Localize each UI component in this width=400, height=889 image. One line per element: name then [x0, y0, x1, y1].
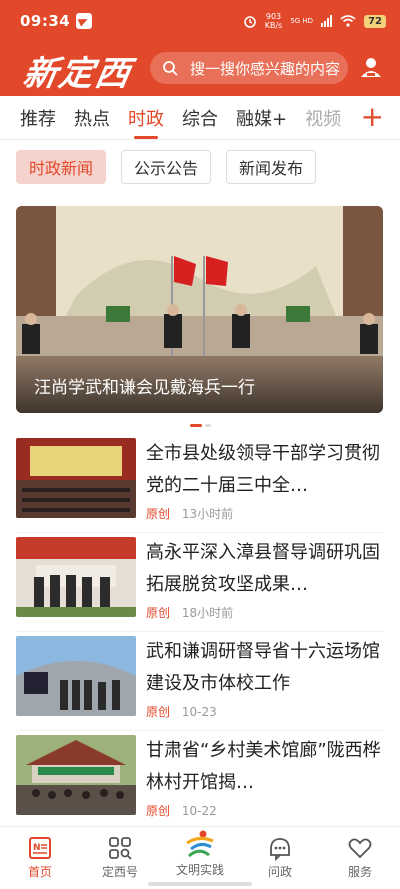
original-tag: 原创 — [146, 804, 171, 818]
news-thumbnail — [16, 438, 136, 518]
divider — [16, 532, 384, 533]
news-item[interactable]: 高永平深入漳县督导调研巩固拓展脱贫攻坚成果… 原创 18小时前 — [16, 537, 384, 632]
status-bar: 09:34 903 KB/s 5G HD 72 — [0, 0, 400, 42]
nav-home-label: 首页 — [27, 865, 52, 879]
search-placeholder: 搜一搜你感兴趣的内容 — [190, 59, 341, 78]
news-title: 武和谦调研督导省十六运场馆建设及市体校工作 — [146, 641, 380, 694]
news-meta: 原创 10-23 — [146, 703, 217, 720]
carousel-dot-active — [190, 424, 202, 427]
nav-wenzheng-label: 问政 — [267, 865, 292, 879]
net-speed: 903 KB/s — [264, 12, 283, 30]
news-item[interactable]: 全市县处级领导干部学习贯彻党的二十届三中全… 原创 13小时前 — [16, 438, 384, 533]
signal-icon — [321, 15, 333, 27]
battery-indicator: 72 — [364, 14, 386, 28]
status-time: 09:34 — [20, 12, 71, 30]
original-tag: 原创 — [146, 606, 171, 620]
news-thumbnail — [16, 636, 136, 716]
news-thumbnail — [16, 735, 136, 815]
tab-video[interactable]: 视频 — [305, 105, 341, 131]
civilization-logo-icon — [186, 830, 214, 858]
nav-wenzheng[interactable]: 问政 — [240, 827, 320, 889]
bottom-nav: N 首页 定西号 文明实践 问政 服务 — [0, 826, 400, 889]
search-icon — [163, 61, 178, 76]
carousel-dots — [190, 424, 211, 427]
news-icon: N — [29, 837, 51, 859]
nav-dingxi-hao-label: 定西号 — [101, 865, 138, 879]
news-title: 高永平深入漳县督导调研巩固拓展脱贫攻坚成果… — [146, 542, 380, 595]
news-meta: 原创 10-22 — [146, 802, 217, 819]
tab-hot[interactable]: 热点 — [74, 105, 110, 131]
subtab-politics-news[interactable]: 时政新闻 — [16, 150, 107, 184]
news-time: 10-22 — [181, 804, 217, 818]
app-header: 09:34 903 KB/s 5G HD 72 新定西 搜一搜你感兴趣的内容 — [0, 0, 400, 96]
nav-dingxi-hao[interactable]: 定西号 — [80, 827, 160, 889]
subtab-press-release[interactable]: 新闻发布 — [226, 150, 317, 184]
news-meta: 原创 18小时前 — [146, 604, 233, 621]
news-item[interactable]: 武和谦调研督导省十六运场馆建设及市体校工作 原创 10-23 — [16, 636, 384, 731]
add-channel-button[interactable]: + — [361, 102, 384, 132]
search-bar[interactable]: 搜一搜你感兴趣的内容 — [150, 52, 348, 84]
carousel-dot — [205, 424, 211, 427]
tab-media[interactable]: 融媒+ — [236, 105, 287, 131]
svg-text:N: N — [33, 843, 41, 853]
nav-civilization-label: 文明实践 — [175, 863, 224, 877]
headline-banner[interactable]: 汪尚学武和谦会见戴海兵一行 — [16, 206, 383, 413]
news-thumbnail — [16, 537, 136, 617]
divider — [16, 730, 384, 731]
news-meta: 原创 13小时前 — [146, 505, 233, 522]
tab-recommend[interactable]: 推荐 — [20, 105, 56, 131]
banner-caption: 汪尚学武和谦会见戴海兵一行 — [16, 359, 383, 413]
divider — [16, 631, 384, 632]
tab-politics[interactable]: 时政 — [128, 105, 164, 139]
nav-home[interactable]: N 首页 — [0, 827, 80, 889]
original-tag: 原创 — [146, 705, 171, 719]
channel-tabs: 推荐 热点 时政 综合 融媒+ 视频 + — [0, 96, 400, 140]
sub-tabs: 时政新闻 公示公告 新闻发布 — [16, 150, 317, 184]
nav-civilization[interactable]: 文明实践 — [160, 827, 240, 889]
status-icons: 903 KB/s 5G HD 72 — [243, 12, 386, 30]
alarm-icon — [243, 16, 256, 28]
tab-general[interactable]: 综合 — [182, 105, 218, 131]
news-time: 13小时前 — [181, 507, 234, 521]
news-title: 全市县处级领导干部学习贯彻党的二十届三中全… — [146, 443, 380, 496]
user-icon[interactable] — [360, 56, 382, 78]
news-title: 甘肃省“乡村美术馆廊”陇西桦林村开馆揭… — [146, 740, 381, 793]
grid-search-icon — [109, 837, 132, 860]
telegram-icon — [76, 13, 93, 29]
original-tag: 原创 — [146, 507, 171, 521]
heart-icon — [348, 838, 372, 859]
app-logo: 新定西 — [19, 54, 135, 94]
news-time: 18小时前 — [181, 606, 234, 620]
nav-service[interactable]: 服务 — [320, 827, 400, 889]
news-time: 10-23 — [181, 705, 217, 719]
network-type: 5G HD — [290, 17, 314, 25]
subtab-public-notice[interactable]: 公示公告 — [121, 150, 212, 184]
wifi-icon — [340, 15, 356, 27]
home-indicator — [148, 882, 252, 886]
news-item[interactable]: 甘肃省“乡村美术馆廊”陇西桦林村开馆揭… 原创 10-22 — [16, 735, 384, 823]
nav-service-label: 服务 — [347, 865, 372, 879]
speech-icon — [270, 838, 290, 861]
